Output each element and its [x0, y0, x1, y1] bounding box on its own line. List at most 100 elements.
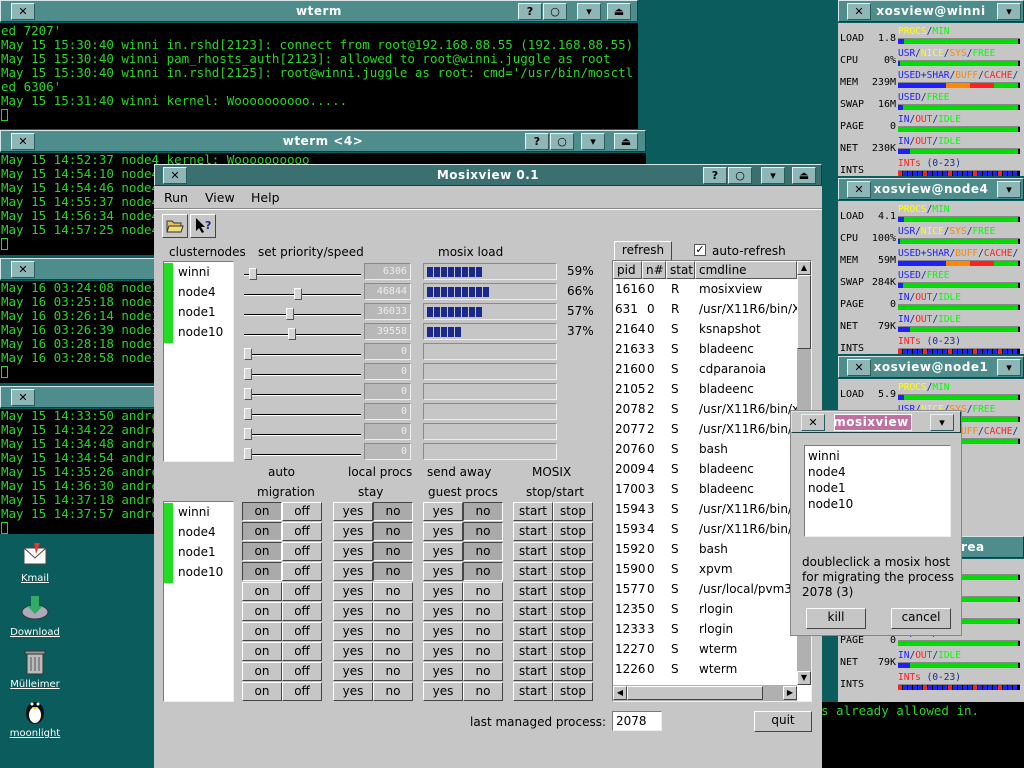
- migration-on-button[interactable]: on: [242, 502, 282, 521]
- mosix-stop-button[interactable]: stop: [553, 662, 593, 681]
- stay-no-button[interactable]: no: [373, 502, 413, 521]
- terminal-output[interactable]: ed 7207' May 15 15:30:40 winni in.rshd[21…: [0, 23, 638, 129]
- guest-no-button[interactable]: no: [463, 622, 503, 641]
- terminal-output[interactable]: May 15 14:33:50 andrea May 15 14:34:22 an…: [0, 409, 160, 534]
- guest-yes-button[interactable]: yes: [423, 522, 463, 541]
- priority-slider[interactable]: [244, 268, 361, 280]
- horizontal-scrollbar[interactable]: ◀ ▶: [613, 685, 797, 701]
- last-managed-field[interactable]: 2078: [612, 711, 662, 731]
- node-node10[interactable]: node10: [178, 325, 223, 339]
- stay-no-button[interactable]: no: [373, 642, 413, 661]
- migration-off-button[interactable]: off: [282, 602, 322, 621]
- process-row[interactable]: 1577 0 S/usr/local/pvm3/: [613, 582, 797, 602]
- stay-no-button[interactable]: no: [373, 562, 413, 581]
- node-winni[interactable]: winni: [178, 505, 210, 519]
- migration-off-button[interactable]: off: [282, 582, 322, 601]
- titlebar[interactable]: ✕ mosixview ▾: [791, 411, 961, 433]
- guest-yes-button[interactable]: yes: [423, 662, 463, 681]
- process-row[interactable]: 1226 0 Swterm: [613, 662, 797, 682]
- node-winni[interactable]: winni: [178, 265, 210, 279]
- process-row[interactable]: 2077 2 S/usr/X11R6/bin/x: [613, 422, 799, 442]
- node-node4[interactable]: node4: [178, 285, 216, 299]
- mosix-stop-button[interactable]: stop: [553, 542, 593, 561]
- iconify-icon[interactable]: ○: [543, 3, 567, 20]
- migration-on-button[interactable]: on: [242, 622, 282, 641]
- migration-on-button[interactable]: on: [242, 582, 282, 601]
- mosix-stop-button[interactable]: stop: [553, 682, 593, 701]
- titlebar[interactable]: ✕ wterm ? ○ ▾ ⏏: [0, 0, 638, 22]
- shade-icon[interactable]: ⏏: [607, 3, 631, 20]
- guest-yes-button[interactable]: yes: [423, 602, 463, 621]
- process-row[interactable]: 2078 2 S/usr/X11R6/bin/x: [613, 402, 799, 422]
- process-list[interactable]: pid n# stat cmdline 1616 0 Rmosixview 631 0 R…: [612, 260, 812, 702]
- stay-yes-button[interactable]: yes: [333, 622, 373, 641]
- guest-yes-button[interactable]: yes: [423, 622, 463, 641]
- priority-slider[interactable]: [244, 428, 361, 440]
- stay-yes-button[interactable]: yes: [333, 542, 373, 561]
- guest-yes-button[interactable]: yes: [423, 642, 463, 661]
- menu-icon[interactable]: ▾: [577, 3, 601, 20]
- stay-yes-button[interactable]: yes: [333, 642, 373, 661]
- guest-no-button[interactable]: no: [463, 502, 503, 521]
- kmail-desktop-icon[interactable]: Kmail: [5, 540, 65, 584]
- migration-on-button[interactable]: on: [242, 662, 282, 681]
- process-row[interactable]: 1593 4 S/usr/X11R6/bin/x: [613, 522, 799, 542]
- help-icon[interactable]: ?: [518, 3, 542, 20]
- titlebar[interactable]: ✕ xosview@winni ▾: [838, 0, 1024, 22]
- migrate-dialog[interactable]: ✕ mosixview ▾ winni node4 node1 node10 doub…: [790, 410, 962, 636]
- stay-yes-button[interactable]: yes: [333, 502, 373, 521]
- shade-icon[interactable]: ⏏: [792, 167, 816, 184]
- moonlight-desktop-icon[interactable]: moonlight: [5, 695, 65, 739]
- shade-icon[interactable]: ⏏: [614, 133, 638, 150]
- slider-knob[interactable]: [244, 408, 252, 420]
- process-row[interactable]: 2163 3 Sbladeenc: [613, 342, 797, 362]
- process-row[interactable]: 2009 4 Sbladeenc: [613, 462, 797, 482]
- host-item[interactable]: winni: [808, 448, 947, 464]
- trash-desktop-icon[interactable]: Mülleimer: [5, 646, 65, 690]
- scroll-up-icon[interactable]: ▲: [797, 261, 811, 275]
- col-header-stat[interactable]: stat: [666, 261, 695, 279]
- menu-icon[interactable]: ▾: [997, 181, 1021, 198]
- stay-no-button[interactable]: no: [373, 662, 413, 681]
- migration-off-button[interactable]: off: [282, 542, 322, 561]
- migration-off-button[interactable]: off: [282, 522, 322, 541]
- mosix-start-button[interactable]: start: [513, 682, 553, 701]
- migration-off-button[interactable]: off: [282, 502, 322, 521]
- mosix-start-button[interactable]: start: [513, 502, 553, 521]
- scroll-down-icon[interactable]: ▼: [797, 671, 811, 685]
- titlebar[interactable]: ✕: [0, 258, 160, 280]
- process-row[interactable]: 2105 2 Sbladeenc: [613, 382, 797, 402]
- col-header-node[interactable]: n#: [642, 261, 666, 279]
- stay-no-button[interactable]: no: [373, 602, 413, 621]
- mosix-start-button[interactable]: start: [513, 602, 553, 621]
- process-row[interactable]: 1616 0 Rmosixview: [613, 282, 797, 302]
- host-list[interactable]: winni node4 node1 node10: [804, 445, 951, 537]
- stay-yes-button[interactable]: yes: [333, 582, 373, 601]
- host-item[interactable]: node1: [808, 480, 947, 496]
- migration-off-button[interactable]: off: [282, 622, 322, 641]
- node-node4[interactable]: node4: [178, 525, 216, 539]
- open-button[interactable]: [162, 214, 188, 238]
- slider-knob[interactable]: [244, 428, 252, 440]
- stay-yes-button[interactable]: yes: [333, 602, 373, 621]
- node-node10[interactable]: node10: [178, 565, 223, 579]
- migration-on-button[interactable]: on: [242, 522, 282, 541]
- mosix-start-button[interactable]: start: [513, 582, 553, 601]
- menu-icon[interactable]: ▾: [997, 359, 1021, 376]
- close-icon[interactable]: ✕: [847, 181, 871, 198]
- process-row[interactable]: 1233 3 Srlogin: [613, 622, 797, 642]
- titlebar[interactable]: ✕ wterm <4> ? ○ ▾ ⏏: [0, 130, 646, 152]
- process-row[interactable]: 2164 0 Sksnapshot: [613, 322, 797, 342]
- stay-yes-button[interactable]: yes: [333, 522, 373, 541]
- scroll-hthumb[interactable]: [627, 686, 763, 700]
- guest-no-button[interactable]: no: [463, 642, 503, 661]
- col-header-pid[interactable]: pid: [613, 261, 642, 279]
- guest-no-button[interactable]: no: [463, 522, 503, 541]
- refresh-button[interactable]: refresh: [614, 241, 672, 261]
- iconify-icon[interactable]: ○: [550, 133, 574, 150]
- stay-no-button[interactable]: no: [373, 542, 413, 561]
- migration-off-button[interactable]: off: [282, 682, 322, 701]
- priority-slider[interactable]: [244, 408, 361, 420]
- priority-slider[interactable]: [244, 328, 361, 340]
- mosix-start-button[interactable]: start: [513, 662, 553, 681]
